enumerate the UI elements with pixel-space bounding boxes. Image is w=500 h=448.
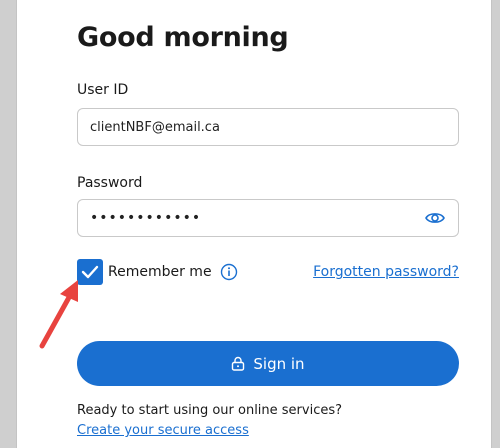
user-id-label: User ID [77,82,129,98]
create-access-link[interactable]: Create your secure access [77,423,249,438]
eye-icon[interactable] [424,207,446,229]
screen-background: Good morning User ID clientNBF@email.ca … [0,0,500,448]
lock-icon [231,356,245,371]
user-id-input[interactable]: clientNBF@email.ca [77,108,459,146]
sign-in-label: Sign in [253,354,305,373]
login-panel: Good morning User ID clientNBF@email.ca … [16,0,492,448]
sign-in-button[interactable]: Sign in [77,341,459,386]
password-input[interactable]: •••••••••••• [77,199,459,237]
forgot-password-link[interactable]: Forgotten password? [313,264,459,280]
password-label: Password [77,175,143,191]
password-value: •••••••••••• [90,210,202,226]
remember-me-label: Remember me [108,264,212,280]
annotation-arrow-icon [39,280,78,349]
user-id-value: clientNBF@email.ca [90,119,220,135]
ready-prompt: Ready to start using our online services… [77,403,343,418]
remember-row: Remember me Forgotten password? [77,259,459,285]
info-icon[interactable] [220,263,238,281]
page-title: Good morning [77,22,289,53]
